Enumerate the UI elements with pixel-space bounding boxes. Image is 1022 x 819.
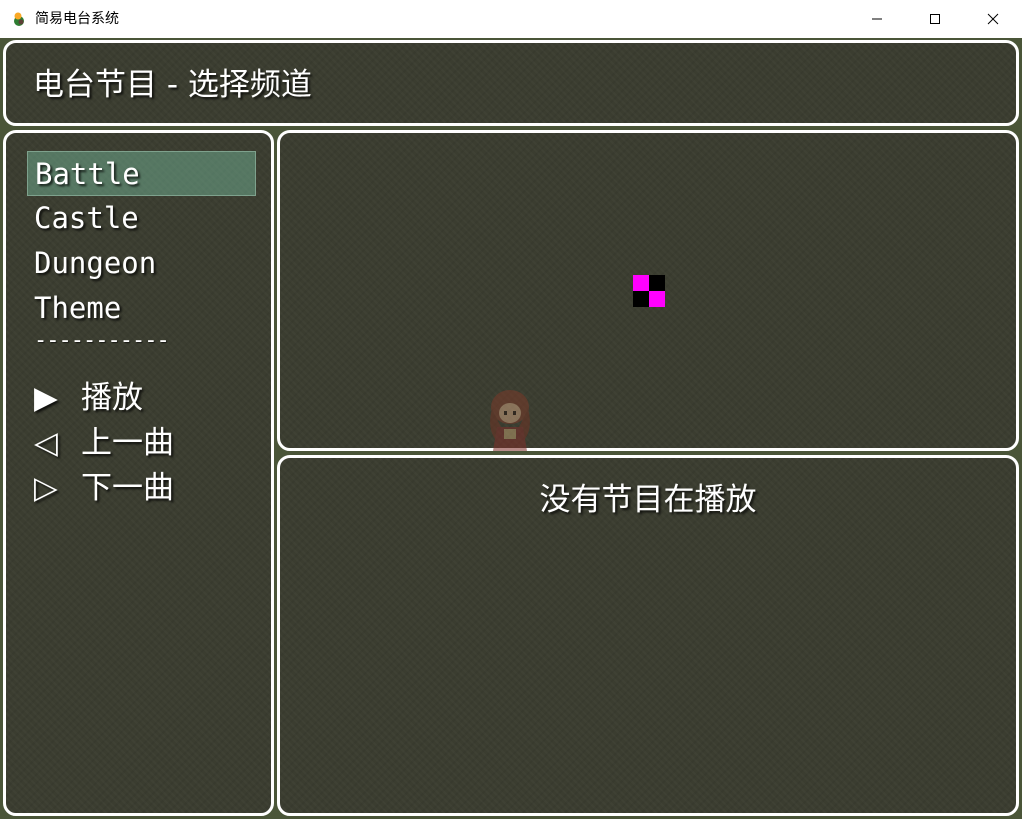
previous-label: 上一曲 — [81, 425, 174, 461]
play-label: 播放 — [81, 380, 143, 416]
channel-item-castle[interactable]: Castle — [27, 196, 256, 241]
channel-item-dungeon[interactable]: Dungeon — [27, 241, 256, 286]
minimize-button[interactable] — [848, 0, 906, 38]
page-title: 电台节目 - 选择频道 — [33, 67, 312, 103]
next-icon: ▷ — [34, 470, 58, 506]
channel-menu-window: Battle Castle Dungeon Theme ----------- … — [3, 130, 274, 816]
window-titlebar: 简易电台系统 — [0, 0, 1022, 38]
menu-separator: ----------- — [34, 331, 170, 351]
now-playing-window: 没有节目在播放 — [277, 455, 1019, 816]
close-icon — [987, 13, 999, 25]
window-title: 简易电台系统 — [35, 11, 119, 27]
missing-texture-icon — [633, 275, 665, 307]
radio-visualization-window — [277, 130, 1019, 451]
previous-track-command[interactable]: ◁ 上一曲 — [34, 421, 174, 466]
channel-item-theme[interactable]: Theme — [27, 286, 256, 331]
character-sprite — [490, 390, 530, 451]
previous-icon: ◁ — [34, 425, 58, 461]
now-playing-status: 没有节目在播放 — [539, 482, 757, 518]
close-button[interactable] — [964, 0, 1022, 38]
next-track-command[interactable]: ▷ 下一曲 — [34, 466, 174, 511]
play-command[interactable]: ▶ 播放 — [34, 376, 143, 421]
next-label: 下一曲 — [81, 470, 174, 506]
header-window: 电台节目 - 选择频道 — [3, 40, 1019, 126]
app-icon — [14, 12, 24, 26]
channel-item-battle[interactable]: Battle — [27, 151, 256, 196]
play-icon: ▶ — [34, 380, 58, 416]
maximize-icon — [930, 14, 940, 24]
maximize-button[interactable] — [906, 0, 964, 38]
minimize-icon — [872, 18, 882, 20]
